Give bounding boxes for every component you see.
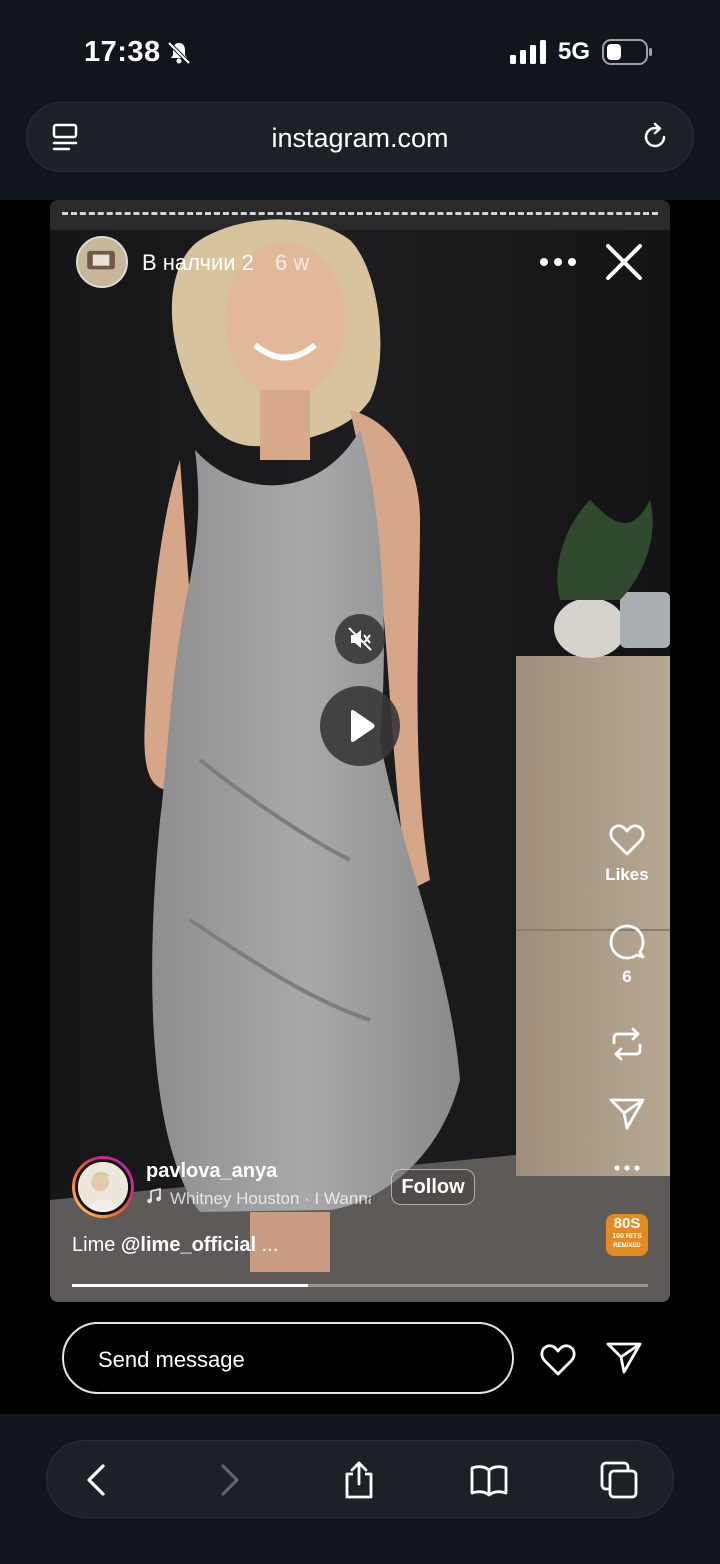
caption[interactable]: Lime @lime_official ...: [72, 1234, 278, 1257]
music-note-icon: [147, 1188, 161, 1204]
browser-top-bar: 17:38 5G instagram.com: [0, 0, 720, 200]
author-name[interactable]: pavlova_anya: [146, 1160, 277, 1183]
mute-button[interactable]: [335, 614, 385, 664]
comments-count: 6: [622, 967, 632, 986]
like-action[interactable]: Likes: [590, 820, 664, 885]
reel-viewer[interactable]: В налчии 2 6 w Likes 6 pavlova_anya Whit…: [50, 200, 670, 1302]
story-avatar[interactable]: [76, 236, 128, 288]
url-text[interactable]: instagram.com: [27, 123, 693, 154]
battery-icon: [602, 39, 652, 65]
comment-action[interactable]: 6: [590, 922, 664, 987]
forward-icon[interactable]: [209, 1460, 249, 1500]
music-info[interactable]: Whitney Houston · I Wanna Dance: [146, 1188, 371, 1212]
heart-icon[interactable]: [607, 820, 647, 860]
mute-icon: [348, 627, 372, 651]
audio-cover-subtitle-2: REMIXED: [613, 1243, 641, 1249]
audio-cover[interactable]: 80S 100 HITS REMIXED: [606, 1214, 648, 1256]
bookmarks-icon[interactable]: [469, 1460, 509, 1500]
status-time: 17:38: [84, 36, 161, 68]
video-progress-fill: [72, 1284, 309, 1287]
bell-slash-icon: [167, 41, 191, 65]
caption-mention[interactable]: @lime_official: [121, 1234, 256, 1256]
close-icon[interactable]: [604, 242, 644, 282]
more-horizontal-icon[interactable]: [607, 1158, 647, 1178]
audio-cover-title: 80S: [613, 1215, 641, 1232]
repost-icon[interactable]: [607, 1024, 647, 1064]
send-message-input[interactable]: Send message: [62, 1322, 514, 1394]
caption-more[interactable]: ...: [256, 1234, 279, 1256]
tabs-overview-icon[interactable]: [599, 1460, 639, 1500]
story-progress-dashes: [62, 212, 658, 215]
browser-toolbar: [46, 1440, 674, 1518]
share-action[interactable]: [590, 1094, 664, 1139]
caption-text: Lime: [72, 1234, 116, 1256]
network-type: 5G: [558, 38, 591, 65]
send-message-placeholder: Send message: [98, 1347, 245, 1372]
play-button[interactable]: [320, 686, 400, 766]
share-icon[interactable]: [339, 1460, 379, 1500]
address-bar[interactable]: instagram.com: [26, 102, 694, 172]
play-icon: [351, 710, 375, 742]
back-icon[interactable]: [77, 1460, 117, 1500]
music-title: Whitney Houston · I Wanna Dance: [170, 1189, 371, 1208]
send-icon[interactable]: [604, 1338, 644, 1378]
author-avatar[interactable]: [72, 1156, 134, 1218]
follow-button[interactable]: Follow: [391, 1169, 475, 1205]
likes-label: Likes: [605, 865, 649, 884]
browser-bottom-bar: [0, 1414, 720, 1564]
story-age: 6 w: [275, 250, 310, 275]
heart-icon[interactable]: [538, 1340, 578, 1378]
more-options-action[interactable]: [590, 1158, 664, 1183]
repost-action[interactable]: [590, 1024, 664, 1069]
signal-icon: [510, 40, 546, 64]
reload-icon[interactable]: [639, 121, 671, 153]
more-icon[interactable]: [538, 250, 578, 274]
send-icon[interactable]: [607, 1094, 647, 1134]
comment-icon[interactable]: [607, 922, 647, 962]
audio-cover-subtitle: 100 HITS: [612, 1233, 642, 1240]
story-title[interactable]: В налчии 2: [142, 250, 254, 276]
video-progress-bar[interactable]: [72, 1284, 648, 1287]
